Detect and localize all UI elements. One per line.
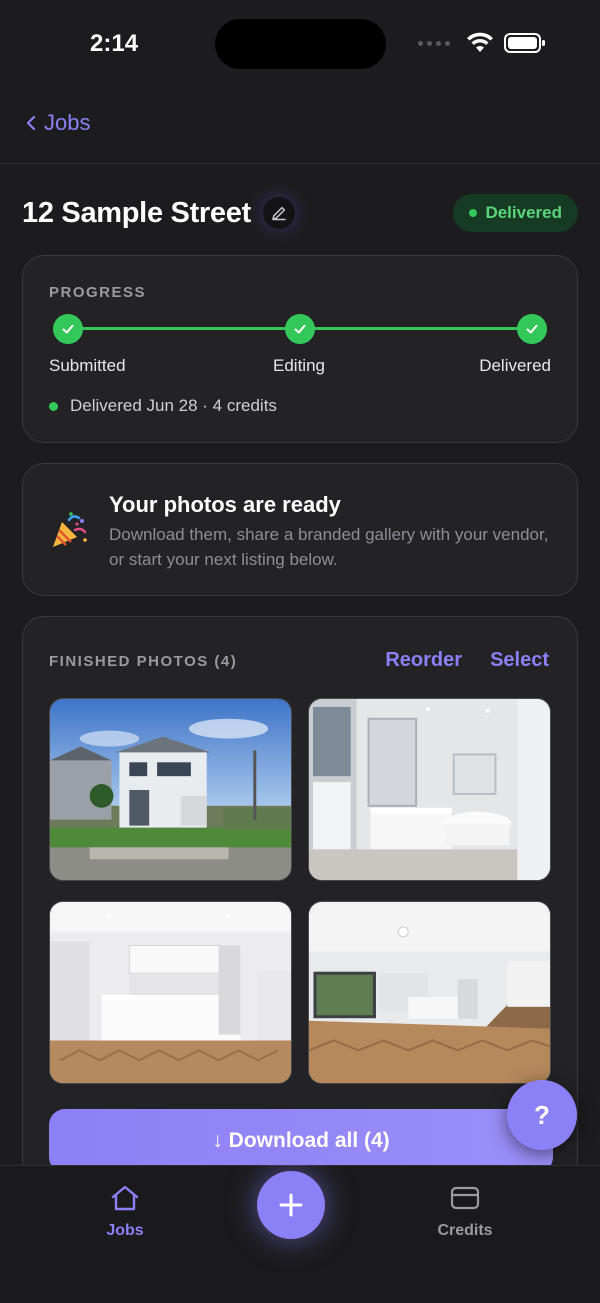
ready-description: Download them, share a branded gallery w…	[109, 525, 549, 569]
progress-status: Delivered Jun 28 · 4 credits	[49, 396, 277, 416]
tab-credits[interactable]: Credits	[415, 1184, 515, 1240]
step-label-delivered: Delivered	[479, 356, 551, 375]
help-button[interactable]: ?	[507, 1080, 577, 1150]
navigation-bar: Jobs	[0, 90, 600, 164]
step-submitted-check-icon	[53, 314, 83, 344]
credit-card-icon	[450, 1186, 480, 1210]
status-badge: Delivered	[453, 194, 578, 232]
status-badge-label: Delivered	[485, 203, 562, 222]
download-all-button[interactable]: ↓ Download all (4)	[49, 1109, 553, 1173]
add-job-button[interactable]	[257, 1171, 325, 1239]
back-button[interactable]: Jobs	[26, 110, 90, 136]
pencil-icon	[272, 206, 286, 221]
tab-credits-label: Credits	[437, 1222, 493, 1239]
step-editing-check-icon	[285, 314, 315, 344]
photo-thumbnail[interactable]	[308, 901, 551, 1084]
tab-bar: Jobs Credits	[0, 1165, 600, 1303]
battery-icon	[504, 33, 545, 53]
step-label-submitted: Submitted	[49, 356, 126, 375]
photo-thumbnail[interactable]	[49, 698, 292, 881]
progress-card: PROGRESS Submitted Editing Delivered Del…	[22, 255, 578, 443]
status-icons	[418, 32, 546, 54]
home-icon	[111, 1185, 139, 1211]
tab-jobs-label: Jobs	[106, 1222, 144, 1239]
status-dot-icon	[469, 209, 478, 217]
chevron-left-icon	[26, 115, 36, 131]
page-title: 12 Sample Street	[22, 196, 251, 229]
photo-thumbnail[interactable]	[49, 901, 292, 1084]
plus-icon	[279, 1193, 303, 1217]
finished-photos-heading: FINISHED PHOTOS (4)	[49, 653, 238, 670]
wifi-icon	[467, 32, 493, 52]
photos-actions: Reorder Select	[385, 649, 549, 672]
progress-heading: PROGRESS	[49, 284, 147, 301]
status-time: 2:14	[90, 30, 139, 57]
photo-thumbnail[interactable]	[308, 698, 551, 881]
back-label: Jobs	[44, 110, 91, 135]
progress-status-text: Delivered Jun 28 · 4 credits	[70, 396, 277, 415]
kitchen-image	[50, 902, 291, 1083]
signal-icon	[418, 40, 450, 46]
reorder-button[interactable]: Reorder	[385, 649, 462, 672]
select-button[interactable]: Select	[490, 649, 549, 672]
edit-title-button[interactable]	[262, 197, 295, 229]
status-dot-icon	[49, 401, 58, 411]
dynamic-island	[215, 19, 386, 69]
party-popper-icon	[53, 512, 87, 547]
status-bar: 2:14	[0, 0, 600, 90]
step-delivered-check-icon	[517, 314, 547, 344]
house-exterior-image	[50, 699, 291, 880]
ready-title: Your photos are ready	[109, 492, 341, 517]
tab-jobs[interactable]: Jobs	[75, 1184, 175, 1240]
job-header: 12 Sample Street Delivered	[22, 192, 578, 234]
step-label-editing: Editing	[273, 356, 325, 375]
living-area-image	[309, 902, 550, 1083]
photos-ready-card: Your photos are ready Download them, sha…	[22, 463, 578, 596]
bathroom-image	[309, 699, 550, 880]
